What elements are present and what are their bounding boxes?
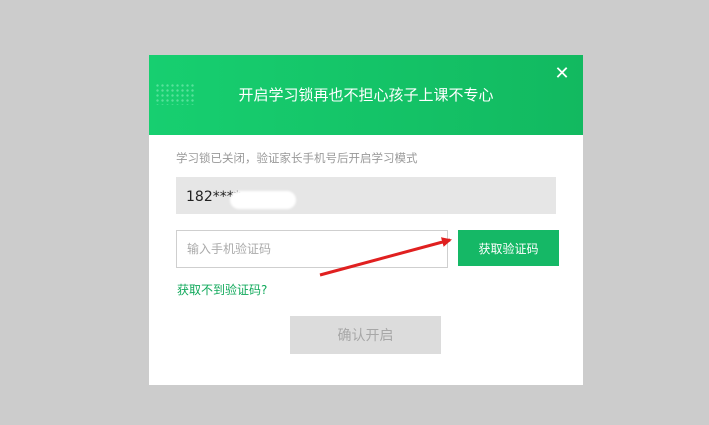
- learning-lock-dialog: 开启学习锁再也不担心孩子上课不专心 ✕ 学习锁已关闭，验证家长手机号后开启学习模…: [149, 55, 583, 385]
- confirm-button[interactable]: 确认开启: [290, 316, 441, 354]
- phone-mask: [230, 191, 296, 209]
- get-code-button[interactable]: 获取验证码: [458, 230, 559, 266]
- hint-text: 学习锁已关闭，验证家长手机号后开启学习模式: [176, 151, 418, 165]
- cannot-get-code-link[interactable]: 获取不到验证码?: [177, 281, 267, 298]
- dialog-title: 开启学习锁再也不担心孩子上课不专心: [238, 86, 494, 104]
- dialog-header: 开启学习锁再也不担心孩子上课不专心 ✕: [149, 55, 583, 135]
- close-icon[interactable]: ✕: [553, 65, 571, 83]
- parent-phone-display: 182****: [176, 177, 556, 214]
- verification-code-input[interactable]: [176, 230, 448, 268]
